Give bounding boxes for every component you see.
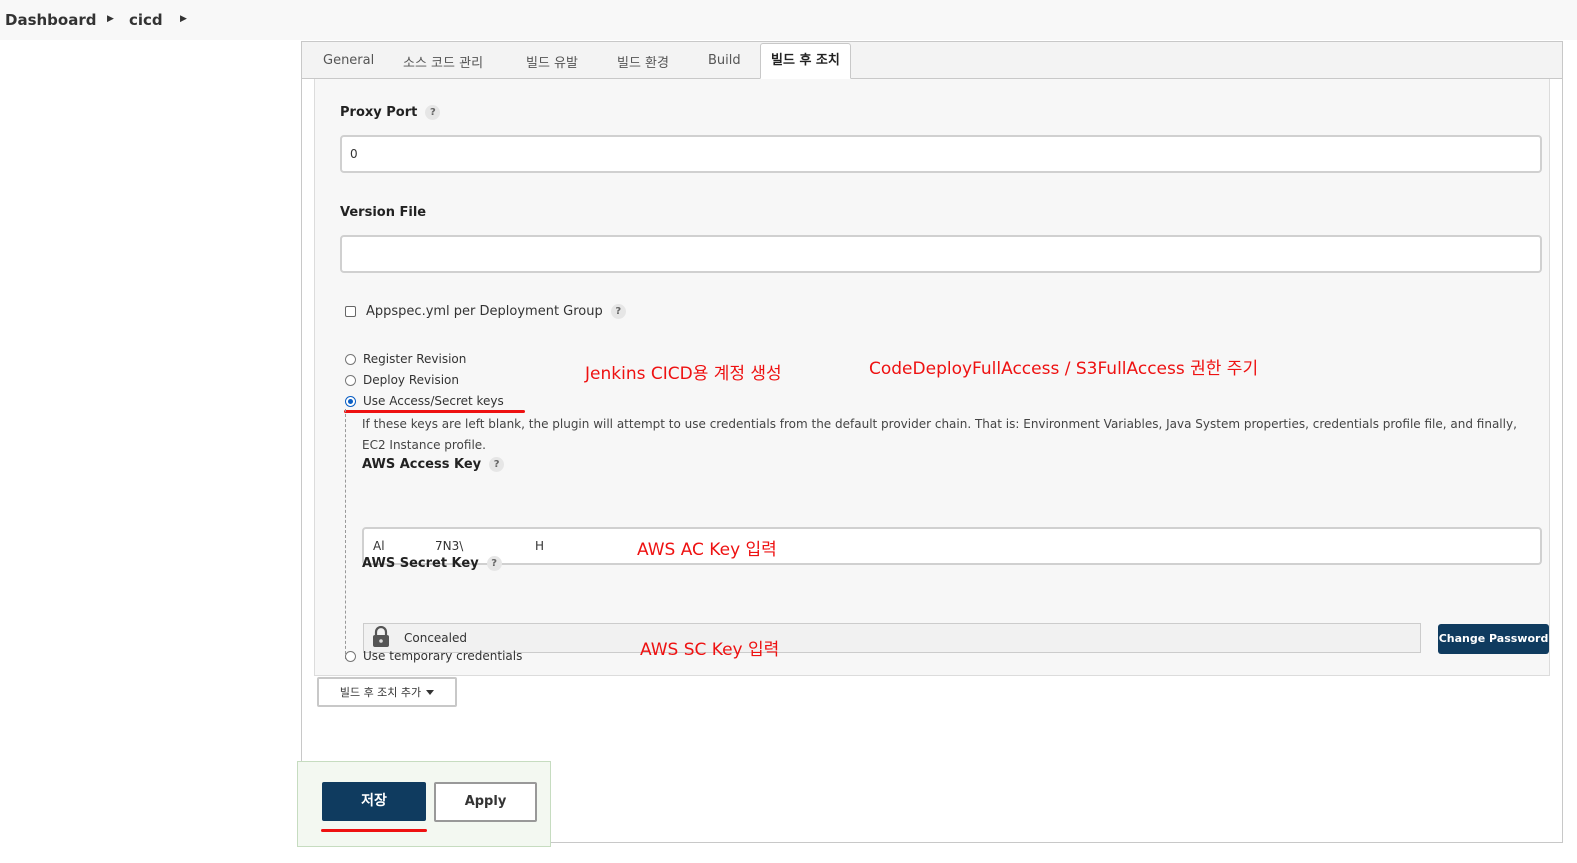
- appspec-checkbox[interactable]: [345, 306, 356, 317]
- config-tabs: General 소스 코드 관리 빌드 유발 빌드 환경 Build 빌드 후 …: [302, 42, 1562, 79]
- appspec-label: Appspec.yml per Deployment Group: [366, 304, 603, 319]
- tab-general[interactable]: General: [323, 53, 374, 68]
- version-file-input[interactable]: [340, 235, 1542, 273]
- proxy-port-label-text: Proxy Port: [340, 105, 418, 120]
- radio-use-access-secret-keys[interactable]: Use Access/Secret keys: [345, 394, 504, 408]
- radio-label: Use Access/Secret keys: [363, 394, 504, 408]
- access-key-part: Al: [373, 539, 385, 553]
- chevron-right-icon[interactable]: ▶: [180, 14, 187, 24]
- tab-post-build-actions[interactable]: 빌드 후 조치: [760, 43, 851, 79]
- annotation-account: Jenkins CICD용 계정 생성: [585, 364, 782, 384]
- radio-use-temporary-credentials[interactable]: Use temporary credentials: [345, 649, 522, 663]
- radio-register-revision[interactable]: Register Revision: [345, 352, 466, 366]
- annotation-permission: CodeDeployFullAccess / S3FullAccess 권한 주…: [869, 359, 1259, 379]
- breadcrumb-dashboard[interactable]: Dashboard: [5, 11, 96, 29]
- post-build-section: Proxy Port? Version File Appspec.yml per…: [314, 79, 1550, 676]
- radio-button-selected[interactable]: [345, 395, 356, 407]
- tab-build-triggers[interactable]: 빌드 유발: [526, 52, 578, 71]
- access-key-part: 7N3\: [435, 539, 464, 553]
- radio-button[interactable]: [345, 353, 356, 365]
- change-password-button[interactable]: Change Password: [1438, 624, 1549, 654]
- caret-down-icon: [426, 689, 435, 695]
- aws-access-key-label: AWS Access Key?: [362, 457, 505, 472]
- add-post-build-label: 빌드 후 조치 추가: [339, 686, 422, 699]
- aws-access-key-label-text: AWS Access Key: [362, 457, 482, 472]
- radio-label: Register Revision: [363, 352, 467, 366]
- appspec-option[interactable]: Appspec.yml per Deployment Group ?: [345, 304, 626, 319]
- help-icon[interactable]: ?: [489, 457, 505, 472]
- nested-block-line: [345, 409, 346, 659]
- radio-button[interactable]: [345, 374, 356, 386]
- breadcrumb: Dashboard ▶ cicd ▶: [0, 0, 1577, 40]
- help-icon[interactable]: ?: [425, 105, 441, 120]
- config-panel: General 소스 코드 관리 빌드 유발 빌드 환경 Build 빌드 후 …: [301, 41, 1563, 843]
- annotation-underline: [344, 410, 525, 413]
- radio-label: Deploy Revision: [363, 373, 459, 387]
- aws-secret-key-label-text: AWS Secret Key: [362, 556, 479, 571]
- proxy-port-input[interactable]: [340, 135, 1542, 173]
- apply-button[interactable]: Apply: [434, 782, 537, 822]
- version-file-label: Version File: [340, 205, 427, 220]
- save-bar: 저장 Apply: [297, 761, 551, 847]
- tab-build-environment[interactable]: 빌드 환경: [617, 52, 669, 71]
- chevron-right-icon[interactable]: ▶: [107, 14, 114, 24]
- concealed-text: Concealed: [404, 631, 467, 645]
- annotation-sc-key: AWS SC Key 입력: [640, 640, 780, 660]
- radio-label: Use temporary credentials: [363, 649, 523, 663]
- access-keys-description: If these keys are left blank, the plugin…: [362, 417, 1517, 452]
- save-button[interactable]: 저장: [322, 782, 426, 821]
- help-icon[interactable]: ?: [486, 556, 502, 571]
- lock-icon: [372, 625, 390, 651]
- aws-secret-key-label: AWS Secret Key?: [362, 556, 502, 571]
- aws-access-key-input[interactable]: Al 7N3\ H: [362, 527, 1542, 565]
- help-icon[interactable]: ?: [610, 304, 626, 319]
- tab-build[interactable]: Build: [708, 53, 741, 68]
- tab-scm[interactable]: 소스 코드 관리: [403, 52, 483, 71]
- breadcrumb-cicd[interactable]: cicd: [129, 11, 163, 29]
- annotation-ac-key: AWS AC Key 입력: [637, 540, 777, 560]
- radio-deploy-revision[interactable]: Deploy Revision: [345, 373, 459, 387]
- proxy-port-label: Proxy Port?: [340, 105, 441, 120]
- annotation-underline: [321, 829, 427, 832]
- add-post-build-action-button[interactable]: 빌드 후 조치 추가: [317, 677, 457, 707]
- access-key-part: H: [535, 539, 545, 553]
- radio-button[interactable]: [345, 650, 356, 662]
